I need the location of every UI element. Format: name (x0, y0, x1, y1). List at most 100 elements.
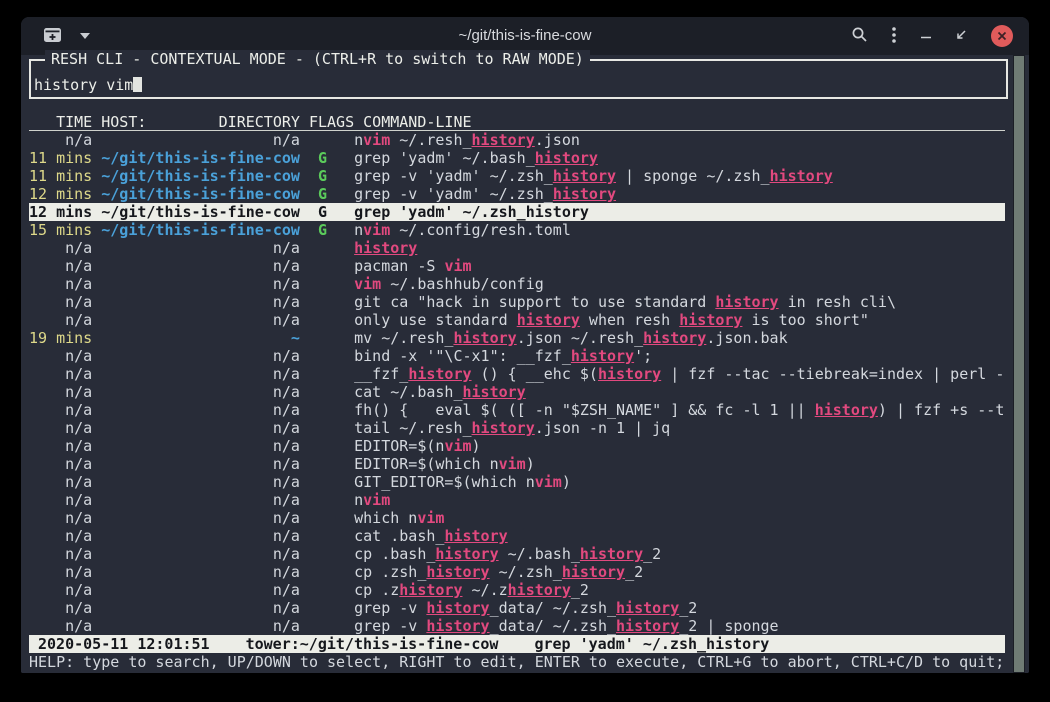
table-row[interactable]: n/a n/a bind -x '"\C-x1": __fzf_history'… (29, 347, 1005, 365)
table-row[interactable]: n/a n/a fh() { eval $( ([ -n "$ZSH_NAME"… (29, 401, 1005, 419)
cell-time: 11 mins (29, 149, 92, 167)
table-row[interactable]: n/a n/a EDITOR=$(which nvim) (29, 455, 1005, 473)
cell-directory: n/a (101, 401, 300, 419)
table-row[interactable]: n/a n/a cat .bash_history (29, 527, 1005, 545)
cell-time: n/a (29, 275, 92, 293)
match-highlight: history (435, 545, 498, 563)
cell-command: __fzf_history () { __ehc $(history | fzf… (354, 365, 1005, 383)
match-highlight: history (472, 131, 535, 149)
search-button[interactable] (849, 24, 870, 48)
cell-flags: G (300, 221, 354, 239)
table-row[interactable]: 11 mins ~/git/this-is-fine-cow G grep -v… (29, 167, 1005, 185)
status-location: tower:~/git/this-is-fine-cow (246, 635, 499, 653)
new-tab-button[interactable] (41, 25, 64, 48)
cell-flags (300, 419, 354, 437)
tab-dropdown-button[interactable] (78, 31, 92, 41)
cell-flags (300, 617, 354, 635)
search-input[interactable]: history vim (34, 76, 1003, 94)
match-highlight: history (508, 581, 571, 599)
cell-flags (300, 311, 354, 329)
table-row[interactable]: n/a n/a git ca "hack in support to use s… (29, 293, 1005, 311)
table-row[interactable]: n/a n/a pacman -S vim (29, 257, 1005, 275)
table-row[interactable]: n/a n/a grep -v history_data/ ~/.zsh_his… (29, 599, 1005, 617)
cell-directory: n/a (101, 563, 300, 581)
cell-directory: n/a (101, 509, 300, 527)
cell-directory: n/a (101, 617, 300, 635)
scrollbar-thumb[interactable] (1014, 56, 1024, 672)
cell-command: bind -x '"\C-x1": __fzf_history'; (354, 347, 652, 365)
cell-time: n/a (29, 509, 92, 527)
match-highlight: vim (354, 275, 381, 293)
table-row[interactable]: n/a n/a cp .zhistory ~/.zhistory_2 (29, 581, 1005, 599)
cell-command: cat ~/.bash_history (354, 383, 526, 401)
cell-flags (300, 473, 354, 491)
table-row[interactable]: n/a n/a vim ~/.bashhub/config (29, 275, 1005, 293)
cell-flags (300, 383, 354, 401)
minimize-button[interactable] (918, 27, 934, 46)
table-row[interactable]: n/a n/a cat ~/.bash_history (29, 383, 1005, 401)
cell-directory: ~/git/this-is-fine-cow (101, 221, 300, 239)
close-button[interactable] (989, 23, 1015, 49)
cell-time: n/a (29, 347, 92, 365)
cell-directory: n/a (101, 455, 300, 473)
table-row[interactable]: n/a n/a only use standard history when r… (29, 311, 1005, 329)
cell-directory: n/a (101, 419, 300, 437)
table-row[interactable]: n/a n/a EDITOR=$(nvim) (29, 437, 1005, 455)
match-highlight: history (815, 401, 878, 419)
cell-directory: ~/git/this-is-fine-cow (101, 167, 300, 185)
table-row[interactable]: n/a n/a grep -v history_data/ ~/.zsh_his… (29, 617, 1005, 635)
cell-directory: n/a (101, 239, 300, 257)
table-row[interactable]: n/a n/a tail ~/.resh_history.json -n 1 |… (29, 419, 1005, 437)
resh-search-panel: RESH CLI - CONTEXTUAL MODE - (CTRL+R to … (29, 59, 1008, 99)
cell-command: nvim (354, 491, 390, 509)
table-row[interactable]: 19 mins ~ mv ~/.resh_history.json ~/.res… (29, 329, 1005, 347)
cell-time: 15 mins (29, 221, 92, 239)
cell-flags (300, 293, 354, 311)
cell-command: which nvim (354, 509, 444, 527)
match-highlight: history (517, 311, 580, 329)
cell-time: n/a (29, 491, 92, 509)
table-row[interactable]: 15 mins ~/git/this-is-fine-cow G nvim ~/… (29, 221, 1005, 239)
cell-time: n/a (29, 383, 92, 401)
cell-flags (300, 347, 354, 365)
match-highlight: history (472, 419, 535, 437)
table-row[interactable]: n/a n/a nvim ~/.resh_history.json (29, 131, 1005, 149)
cell-command: EDITOR=$(which nvim) (354, 455, 535, 473)
table-row[interactable]: n/a n/a cp .zsh_history ~/.zsh_history_2 (29, 563, 1005, 581)
cell-time: n/a (29, 563, 92, 581)
terminal-window: ~/git/this-is-fine-cow (21, 17, 1029, 673)
cell-directory: ~ (101, 329, 300, 347)
cell-command: git ca "hack in support to use standard … (354, 293, 896, 311)
cell-time: n/a (29, 527, 92, 545)
table-row[interactable]: n/a n/a __fzf_history () { __ehc $(histo… (29, 365, 1005, 383)
match-highlight: history (408, 365, 471, 383)
table-row[interactable]: n/a n/a GIT_EDITOR=$(which nvim) (29, 473, 1005, 491)
match-highlight: history (444, 527, 507, 545)
cell-time: n/a (29, 239, 92, 257)
table-row[interactable]: 12 mins ~/git/this-is-fine-cow G grep 'y… (29, 203, 1005, 221)
scrollbar[interactable] (1013, 55, 1025, 673)
cell-flags: G (300, 167, 354, 185)
cell-flags (300, 329, 354, 347)
cell-command: grep -v history_data/ ~/.zsh_history_2 |… (354, 617, 778, 635)
match-highlight: history (354, 239, 417, 257)
cell-command: GIT_EDITOR=$(which nvim) (354, 473, 571, 491)
cell-directory: n/a (101, 581, 300, 599)
cell-flags (300, 131, 354, 149)
cell-command: EDITOR=$(nvim) (354, 437, 480, 455)
match-highlight: history (399, 581, 462, 599)
table-row[interactable]: n/a n/a which nvim (29, 509, 1005, 527)
table-row[interactable]: n/a n/a cp .bash_history ~/.bash_history… (29, 545, 1005, 563)
match-highlight: history (463, 383, 526, 401)
table-rows: n/a n/a nvim ~/.resh_history.json11 mins… (29, 131, 1005, 635)
table-row[interactable]: n/a n/a history (29, 239, 1005, 257)
kebab-menu-icon (891, 26, 897, 47)
status-time: 2020-05-11 12:01:51 (38, 635, 210, 653)
menu-button[interactable] (889, 24, 899, 49)
restore-button[interactable] (953, 26, 970, 46)
table-row[interactable]: n/a n/a nvim (29, 491, 1005, 509)
cell-time: 12 mins (29, 185, 92, 203)
cell-directory: ~/git/this-is-fine-cow (101, 203, 300, 221)
table-row[interactable]: 12 mins ~/git/this-is-fine-cow G grep -v… (29, 185, 1005, 203)
table-row[interactable]: 11 mins ~/git/this-is-fine-cow G grep 'y… (29, 149, 1005, 167)
